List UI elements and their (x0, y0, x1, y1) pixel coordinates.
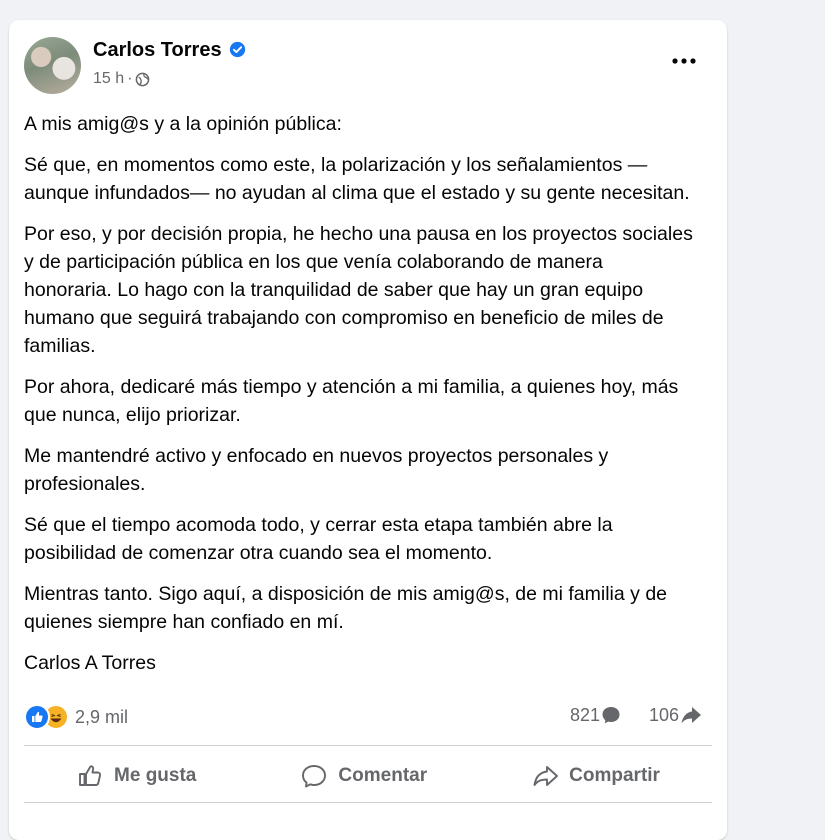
reactions-summary[interactable]: 2,9 mil (24, 704, 128, 730)
share-label: Compartir (569, 765, 660, 786)
comment-count: 821 (570, 704, 601, 725)
post-paragraph: Por eso, y por decisión propia, he hecho… (24, 223, 693, 357)
share-icon (533, 766, 559, 786)
share-count: 106 (649, 704, 680, 725)
stats-divider (24, 745, 712, 746)
verified-badge-icon (229, 41, 246, 58)
author-avatar[interactable] (24, 37, 81, 94)
like-button[interactable]: Me gusta (66, 756, 206, 796)
comment-icon (302, 765, 327, 788)
post-paragraph: Me mantendré activo y enfocado en nuevos… (24, 445, 609, 495)
post-stats: 2,9 mil 821 106 (24, 704, 714, 734)
comment-count-link[interactable]: 821 (570, 704, 622, 726)
globe-icon[interactable] (135, 72, 150, 87)
post-time[interactable]: 15 h (93, 70, 124, 88)
author-name[interactable]: Carlos Torres (93, 39, 222, 62)
meta-separator: · (127, 70, 133, 87)
comment-label: Comentar (338, 765, 428, 786)
reaction-count: 2,9 mil (75, 706, 129, 727)
comment-bubble-icon (602, 707, 620, 724)
top-bar (0, 0, 825, 6)
actions-divider (24, 802, 712, 803)
post-paragraph: Sé que, en momentos como este, la polari… (24, 154, 690, 204)
post-signature: Carlos A Torres (24, 652, 156, 674)
like-reaction-icon (24, 704, 50, 730)
comment-button[interactable]: Comentar (290, 756, 437, 796)
more-options-icon[interactable] (669, 49, 699, 73)
like-label: Me gusta (114, 765, 197, 786)
post-text: A mis amig@s y a la opinión pública: Sé … (24, 110, 694, 690)
post-paragraph: Por ahora, dedicaré más tiempo y atenció… (24, 376, 679, 426)
share-arrow-icon (681, 707, 702, 724)
share-button[interactable]: Compartir (521, 756, 670, 796)
post-meta: 15 h · (93, 70, 150, 88)
post-paragraph: Sé que el tiempo acomoda todo, y cerrar … (24, 514, 613, 564)
share-count-link[interactable]: 106 (649, 704, 703, 726)
post-paragraph: Mientras tanto. Sigo aquí, a disposición… (24, 583, 668, 633)
post-card: Carlos Torres 15 h · A mis amig@s y a la… (9, 20, 727, 840)
post-paragraph: A mis amig@s y a la opinión pública: (24, 113, 342, 135)
thumbs-up-icon (79, 765, 102, 786)
post-actions: Me gusta Comentar Compartir (24, 750, 712, 802)
